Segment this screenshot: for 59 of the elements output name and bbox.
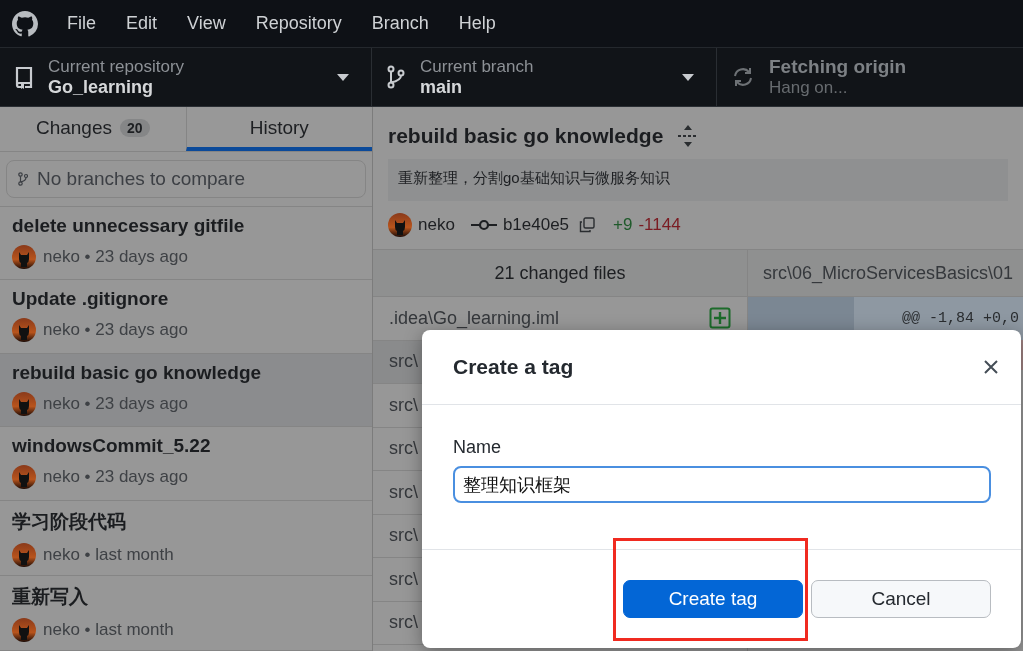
commit-meta: neko • last month: [43, 545, 174, 566]
copy-icon[interactable]: [579, 217, 596, 233]
menu-item[interactable]: Repository: [240, 13, 357, 34]
repository-label: Current repository: [48, 56, 186, 77]
sync-icon: [731, 65, 755, 89]
commit-meta: neko • 23 days ago: [43, 467, 188, 488]
menu-item[interactable]: Help: [443, 13, 511, 34]
fetch-label: Fetching origin: [769, 56, 908, 78]
commit-title: windowsCommit_5.22: [12, 435, 212, 458]
commit-meta: neko • 23 days ago: [43, 320, 188, 341]
commit-icon: [470, 219, 497, 231]
deletions-count: -1144: [638, 215, 681, 235]
dialog-title: Create a tag: [453, 355, 574, 379]
avatar-icon: [12, 543, 36, 568]
cancel-button[interactable]: Cancel: [811, 580, 991, 618]
close-icon: [983, 359, 999, 375]
menu-item[interactable]: Branch: [356, 13, 444, 34]
commit-item[interactable]: rebuild basic go knowledge neko • 23 days ago: [0, 353, 372, 428]
avatar-icon: [12, 244, 36, 269]
commit-title: Update .gitignore: [12, 288, 170, 311]
commit-title: delete unnecessary gitfile: [12, 214, 246, 237]
commit-title: 学习阶段代码: [12, 510, 127, 535]
menu-item[interactable]: File: [52, 13, 111, 34]
dropdown-caret-icon: [337, 73, 349, 81]
commit-author: neko: [418, 215, 455, 235]
additions-count: +9: [613, 215, 633, 235]
fetch-status: Hang on...: [769, 78, 849, 98]
avatar-icon: [12, 465, 36, 490]
avatar-icon: [12, 318, 36, 343]
branch-name: main: [420, 76, 463, 98]
branch-compare-field[interactable]: No branches to compare: [6, 159, 366, 198]
changed-files-header: 21 changed files: [373, 250, 747, 297]
commit-sha: b1e40e5: [502, 215, 570, 235]
commit-title: rebuild basic go knowledge: [388, 124, 664, 148]
commit-meta: neko • 23 days ago: [43, 393, 188, 414]
menu-item[interactable]: Edit: [111, 13, 173, 34]
commit-title: rebuild basic go knowledge: [12, 361, 263, 384]
sidebar-tab[interactable]: History: [185, 107, 372, 151]
field-label: Name: [453, 437, 502, 458]
repository-name: Go_learning: [48, 76, 155, 98]
commit-description: 重新整理，分割go基础知识与微服务知识: [388, 159, 1008, 201]
branch-icon: [18, 171, 28, 186]
branch-label: Current branch: [420, 56, 535, 77]
dropdown-caret-icon: [682, 73, 694, 81]
commit-meta: neko • last month: [43, 620, 174, 641]
menu-item[interactable]: View: [172, 13, 241, 34]
diff-file-path: src\06_MicroServicesBasics\01: [748, 250, 1023, 297]
avatar-icon: [12, 618, 36, 643]
tag-name-field[interactable]: 整理知识框架: [453, 466, 991, 503]
github-logo-icon: [12, 10, 38, 37]
create-tag-button[interactable]: Create tag: [623, 580, 803, 618]
avatar-icon: [388, 213, 412, 237]
branch-icon: [386, 65, 406, 89]
repository-icon: [14, 65, 34, 89]
commit-title: 重新写入: [12, 585, 89, 610]
commit-meta: neko • 23 days ago: [43, 246, 188, 267]
avatar-icon: [12, 391, 36, 416]
count-badge: 20: [120, 119, 150, 138]
added-file-icon: [709, 307, 731, 330]
